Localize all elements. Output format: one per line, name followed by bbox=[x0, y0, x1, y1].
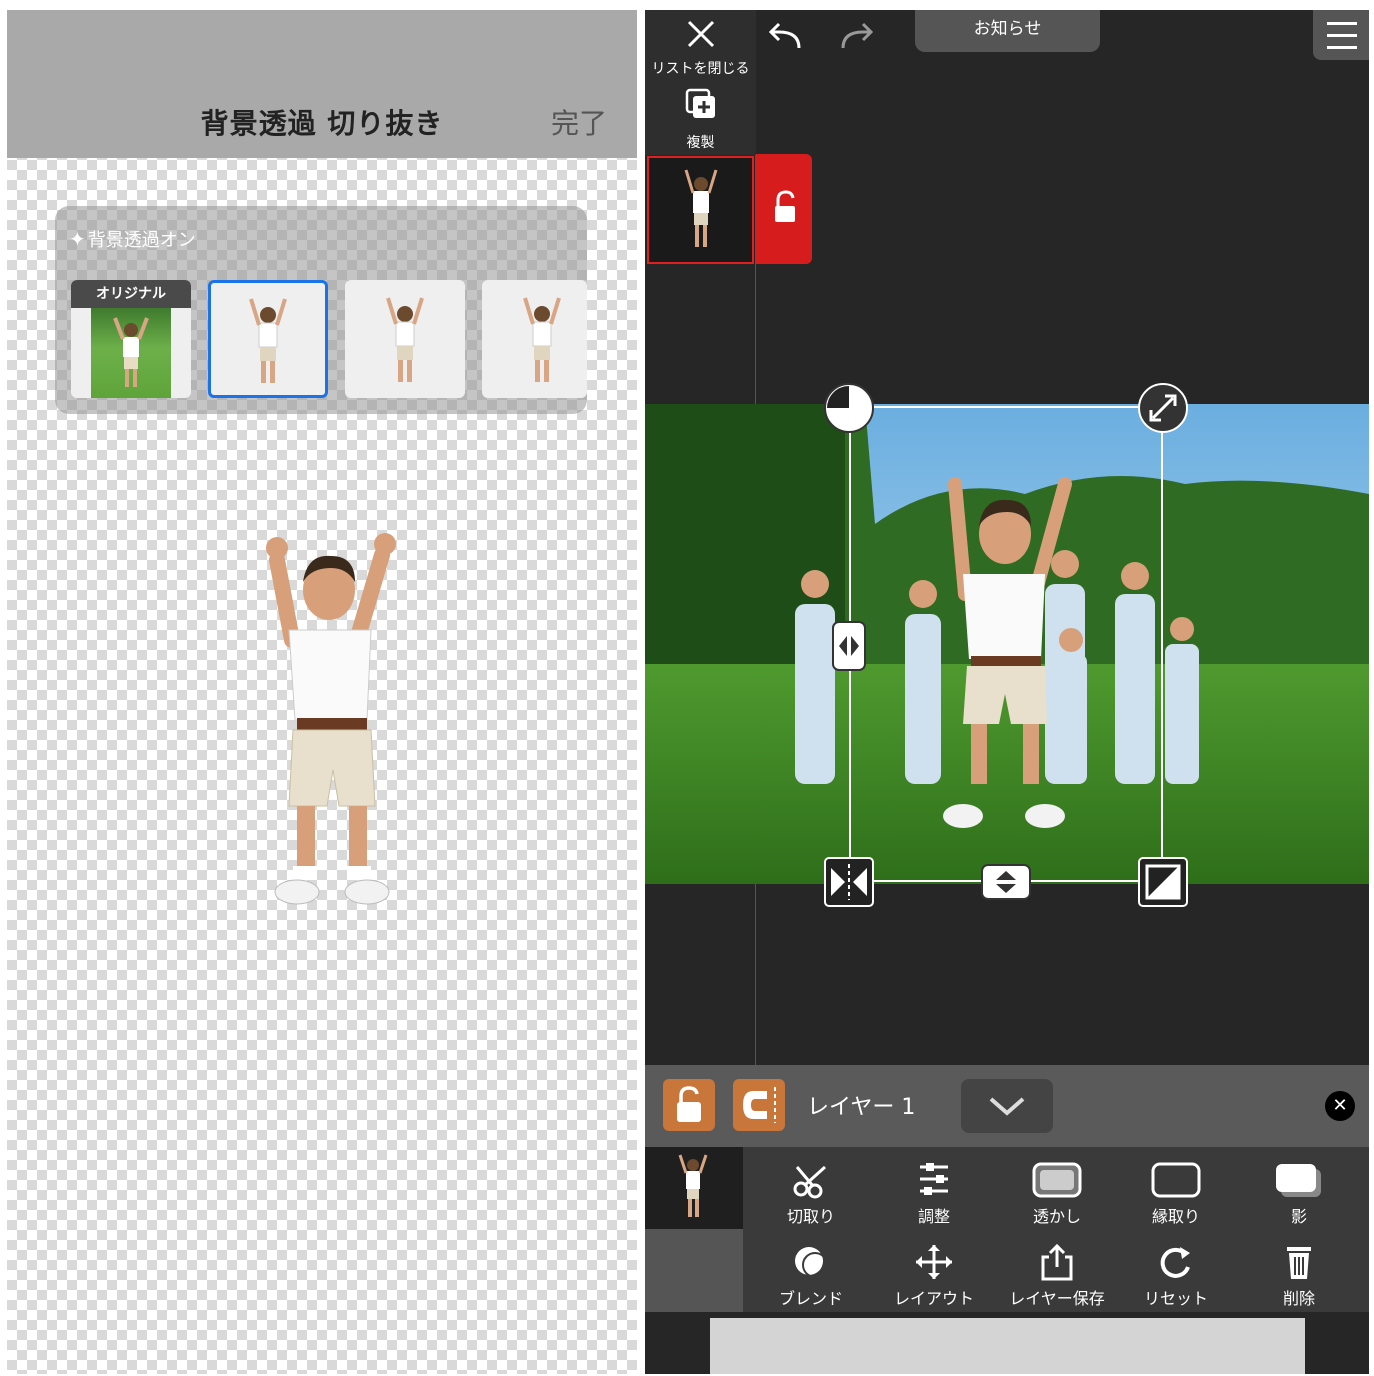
cutout-preview bbox=[249, 298, 287, 383]
tool-delete[interactable]: 削除 bbox=[1239, 1243, 1359, 1309]
thumb-original-label: オリジナル bbox=[71, 280, 191, 308]
thumb-cutout-1[interactable] bbox=[208, 280, 328, 398]
vertical-stretch-handle-icon[interactable] bbox=[980, 863, 1032, 901]
done-button[interactable]: 完了 bbox=[551, 102, 607, 142]
tool-blend[interactable]: ブレンド bbox=[751, 1243, 871, 1309]
cutout-preview bbox=[386, 297, 424, 382]
editor-screen: リストを閉じる お知らせ 複製 レイヤー 1 ✕ 切取り 調整 透かし 縁取り … bbox=[645, 10, 1369, 1374]
trash-icon bbox=[1287, 1247, 1311, 1279]
layer-preview bbox=[678, 1154, 708, 1217]
bg-removal-toggle[interactable]: ✦ 背景透過オン bbox=[69, 226, 196, 252]
tool-transparency[interactable]: 透かし bbox=[997, 1161, 1117, 1227]
tool-crop[interactable]: 切取り bbox=[751, 1161, 871, 1227]
cutout-subject bbox=[266, 533, 396, 905]
tool-shadow-label: 影 bbox=[1290, 1207, 1307, 1226]
redo-icon[interactable] bbox=[837, 20, 877, 56]
magnet-icon bbox=[743, 1087, 776, 1123]
sparkle-icon: ✦ bbox=[69, 227, 86, 251]
undo-icon[interactable] bbox=[765, 20, 805, 56]
cutout-options-panel: ✦ 背景透過オン オリジナル bbox=[55, 206, 587, 414]
sliders-icon bbox=[920, 1163, 948, 1195]
tool-transparency-label: 透かし bbox=[1032, 1207, 1081, 1226]
blend-icon bbox=[795, 1247, 828, 1278]
close-list-label: リストを閉じる bbox=[651, 61, 750, 77]
notice-button[interactable]: お知らせ bbox=[915, 10, 1100, 52]
tool-reset-label: リセット bbox=[1143, 1289, 1208, 1308]
tool-shadow[interactable]: 影 bbox=[1239, 1161, 1359, 1227]
bottom-tray bbox=[645, 1312, 1369, 1374]
bottom-panel bbox=[710, 1318, 1305, 1374]
tool-reset[interactable]: リセット bbox=[1116, 1243, 1236, 1309]
layer-dropdown-button[interactable] bbox=[961, 1079, 1053, 1133]
tool-adjust-label: 調整 bbox=[917, 1207, 950, 1226]
share-icon bbox=[1041, 1243, 1073, 1281]
close-icon bbox=[687, 20, 715, 48]
move-icon bbox=[916, 1245, 952, 1279]
editor-top-bar: リストを閉じる お知らせ bbox=[645, 10, 1369, 80]
tool-delete-label: 削除 bbox=[1282, 1289, 1315, 1308]
hamburger-menu-icon[interactable] bbox=[1313, 10, 1369, 60]
tool-crop-label: 切取り bbox=[786, 1207, 835, 1226]
bg-removal-label: 背景透過オン bbox=[87, 230, 196, 251]
unlock-icon bbox=[775, 190, 795, 222]
layer-name: レイヤー 1 bbox=[807, 1095, 916, 1120]
tool-blend-label: ブレンド bbox=[778, 1289, 843, 1308]
layer-lock-toggle[interactable] bbox=[756, 154, 812, 264]
tool-save-layer-label: レイヤー保存 bbox=[1009, 1289, 1105, 1308]
thumb-cutout-2[interactable] bbox=[345, 280, 465, 398]
horizontal-stretch-handle-icon[interactable] bbox=[831, 620, 867, 672]
resize-handle-icon[interactable] bbox=[1137, 382, 1189, 434]
layer-thumbnail[interactable] bbox=[647, 156, 754, 264]
magnet-snap-button[interactable] bbox=[733, 1079, 785, 1131]
border-icon bbox=[1151, 1162, 1201, 1198]
shadow-icon bbox=[1276, 1164, 1321, 1197]
rotate-handle-icon[interactable] bbox=[823, 382, 875, 434]
thumb-cutout-3[interactable] bbox=[482, 280, 587, 398]
tool-border[interactable]: 縁取り bbox=[1116, 1161, 1236, 1227]
duplicate-label: 複製 bbox=[686, 135, 715, 151]
selection-box[interactable] bbox=[849, 406, 1163, 882]
flip-horizontal-icon[interactable] bbox=[823, 856, 875, 908]
tool-adjust[interactable]: 調整 bbox=[874, 1161, 994, 1227]
transparency-icon bbox=[1032, 1162, 1082, 1198]
tool-layout[interactable]: レイアウト bbox=[874, 1243, 994, 1309]
chevron-down-icon bbox=[989, 1097, 1025, 1116]
page-title: 背景透過 切り抜き bbox=[200, 107, 444, 140]
duplicate-button[interactable]: 複製 bbox=[645, 80, 756, 155]
unlock-icon bbox=[677, 1086, 701, 1122]
layer-preview bbox=[684, 169, 718, 247]
original-photo bbox=[91, 308, 171, 398]
scissors-icon bbox=[793, 1165, 827, 1199]
background-removal-screen: 背景透過 切り抜き 完了 ✦ 背景透過オン オリジナル bbox=[7, 10, 637, 1374]
layer-bar: レイヤー 1 ✕ bbox=[645, 1065, 1369, 1147]
tool-layer-preview bbox=[645, 1147, 743, 1229]
close-layer-bar-icon[interactable]: ✕ bbox=[1325, 1091, 1355, 1121]
layer-tools: 切取り 調整 透かし 縁取り 影 ブレンド レイアウト レイヤー保存 リセット … bbox=[645, 1147, 1369, 1312]
thumb-original[interactable]: オリジナル bbox=[71, 280, 191, 398]
duplicate-icon bbox=[685, 88, 715, 118]
cutout-preview bbox=[523, 297, 561, 382]
skew-handle-icon[interactable] bbox=[1137, 856, 1189, 908]
close-list-button[interactable]: リストを閉じる bbox=[645, 10, 756, 80]
tool-save-layer[interactable]: レイヤー保存 bbox=[997, 1243, 1117, 1309]
layer-lock-button[interactable] bbox=[663, 1079, 715, 1131]
header-bar: 背景透過 切り抜き 完了 bbox=[7, 10, 637, 158]
tool-layout-label: レイアウト bbox=[893, 1289, 974, 1308]
reset-icon bbox=[1160, 1247, 1190, 1278]
tool-border-label: 縁取り bbox=[1151, 1207, 1200, 1226]
tool-spacer bbox=[645, 1229, 743, 1312]
